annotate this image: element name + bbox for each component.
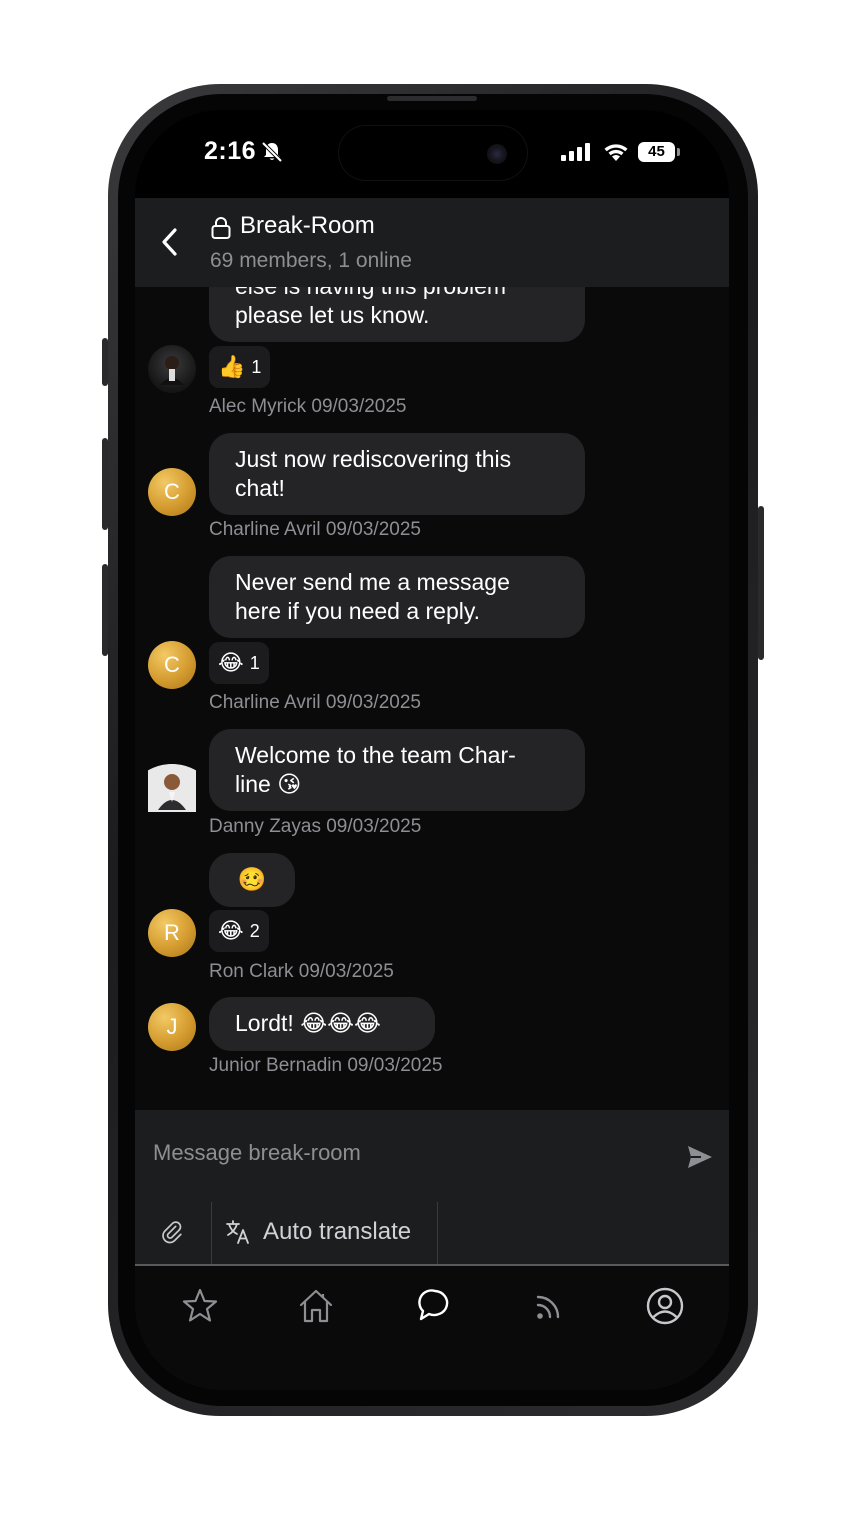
room-title[interactable]: Break-Room (240, 212, 375, 240)
toolbar-divider (211, 1202, 212, 1264)
reaction-emoji: 👍 (218, 354, 246, 379)
chat-header: Break-Room 69 members, 1 online (135, 198, 729, 287)
auto-translate-button[interactable]: Auto translate (225, 1214, 411, 1250)
message-bubble[interactable]: Just now rediscovering this chat! (209, 433, 585, 515)
message-list[interactable]: else is having this problem please let u… (135, 287, 729, 1110)
back-button[interactable] (155, 224, 185, 260)
auto-translate-label: Auto translate (263, 1218, 412, 1245)
message-meta: Charline Avril 09/03/2025 (209, 692, 421, 713)
reaction-emoji: 😂 (218, 918, 244, 943)
profile-icon[interactable] (645, 1286, 685, 1326)
wifi-icon (604, 144, 628, 161)
message-text-line: Welcome to the team Char- (235, 742, 516, 768)
avatar[interactable]: C (148, 468, 196, 516)
message-text-line: line 😘 (235, 771, 302, 797)
avatar[interactable] (148, 345, 196, 393)
avatar-photo-icon (135, 764, 220, 860)
reaction-chip[interactable]: 👍 1 (209, 346, 271, 388)
dynamic-island (338, 125, 528, 181)
message-composer: Auto translate (135, 1110, 729, 1265)
avatar[interactable]: C (148, 641, 196, 689)
message-text-line: Never send me a message (235, 569, 510, 595)
message-text-line: please let us know. (235, 302, 430, 328)
feed-icon[interactable] (529, 1286, 569, 1326)
message-bubble[interactable]: 🥴 (209, 853, 295, 907)
message-meta: Alec Myrick 09/03/2025 (209, 396, 407, 417)
chat-icon[interactable] (413, 1286, 453, 1326)
paperclip-icon[interactable] (157, 1217, 187, 1247)
message-meta: Junior Bernadin 09/03/2025 (209, 1055, 443, 1076)
volume-up-button (102, 438, 108, 530)
message-text-line: Lordt! 😂😂😂 (235, 1010, 381, 1036)
front-camera (487, 144, 507, 164)
message-meta: Ron Clark 09/03/2025 (209, 961, 394, 982)
cellular-signal-icon (561, 143, 590, 161)
reaction-count: 1 (251, 357, 262, 377)
room-member-count: 69 members, 1 online (210, 249, 412, 272)
power-button (758, 506, 764, 660)
tab-bar (135, 1266, 729, 1390)
message-text-line: 🥴 (237, 866, 267, 892)
battery-indicator: 45 (638, 142, 675, 162)
message-bubble[interactable]: else is having this problem please let u… (209, 287, 585, 342)
star-icon[interactable] (180, 1286, 220, 1326)
message-bubble[interactable]: Never send me a message here if you need… (209, 556, 585, 638)
reaction-count: 1 (249, 653, 260, 673)
avatar[interactable] (135, 764, 220, 860)
message-bubble[interactable]: Lordt! 😂😂😂 (209, 997, 435, 1051)
reaction-count: 2 (249, 921, 260, 941)
send-icon[interactable] (685, 1142, 715, 1172)
phone-screen: 2:16 45 Break-Room 69 members, 1 online … (135, 110, 729, 1390)
message-text-line: chat! (235, 475, 285, 501)
toolbar-divider (437, 1202, 438, 1264)
translate-icon (226, 1220, 249, 1244)
avatar[interactable]: J (148, 1003, 196, 1051)
status-time: 2:16 (204, 137, 257, 165)
reaction-emoji: 😂 (218, 650, 244, 675)
volume-down-button (102, 564, 108, 656)
avatar-photo-icon (160, 356, 184, 385)
message-input[interactable] (153, 1138, 653, 1168)
message-text-line: else is having this problem (235, 287, 559, 301)
status-bar: 2:16 45 (135, 110, 729, 198)
earpiece (387, 96, 477, 101)
reaction-chip[interactable]: 😂 2 (209, 910, 269, 952)
bell-off-icon (261, 141, 283, 163)
action-button (102, 338, 108, 386)
battery-nub (677, 148, 680, 156)
message-text-line: here if you need a reply. (235, 598, 481, 624)
composer-toolbar: Auto translate (135, 1202, 729, 1264)
lock-icon (211, 217, 231, 239)
message-meta: Charline Avril 09/03/2025 (209, 519, 421, 540)
avatar[interactable]: R (148, 909, 196, 957)
message-meta: Danny Zayas 09/03/2025 (209, 816, 422, 837)
message-text-line: Just now rediscovering this (235, 446, 512, 472)
home-icon[interactable] (296, 1286, 336, 1326)
message-bubble[interactable]: Welcome to the team Char- line 😘 (209, 729, 585, 811)
reaction-chip[interactable]: 😂 1 (209, 642, 269, 684)
